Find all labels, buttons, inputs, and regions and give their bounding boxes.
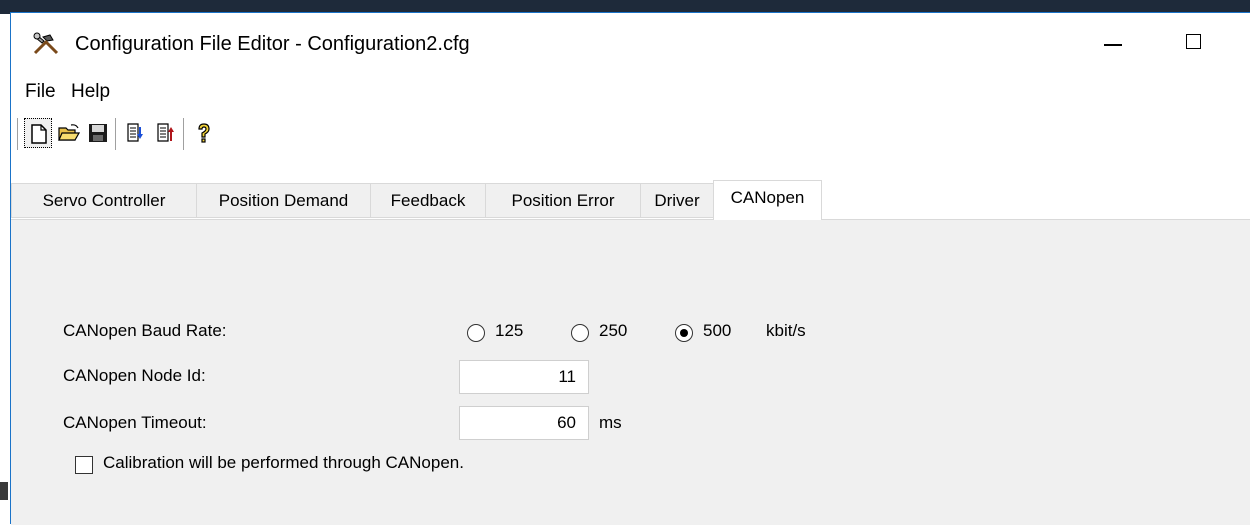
config-editor-window: Configuration File Editor - Configuratio… [10, 12, 1250, 525]
toolbar [11, 112, 1250, 156]
paste-config-icon[interactable] [152, 118, 180, 148]
new-file-icon[interactable] [24, 118, 52, 148]
window-title: Configuration File Editor - Configuratio… [75, 33, 470, 55]
tab-strip: Servo Controller Position Demand Feedbac… [11, 180, 1250, 220]
toolbar-separator [183, 118, 187, 150]
baud-radio-250[interactable] [571, 324, 589, 342]
calibration-checkbox[interactable] [75, 456, 93, 474]
timeout-label: CANopen Timeout: [63, 413, 207, 432]
help-icon[interactable] [190, 118, 218, 148]
baud-option-125-label: 125 [495, 321, 524, 340]
tab-position-error[interactable]: Position Error [485, 183, 641, 218]
tab-driver[interactable]: Driver [640, 183, 714, 218]
calibration-label: Calibration will be performed through CA… [103, 453, 464, 472]
background-edge [0, 482, 8, 500]
title-bar[interactable]: Configuration File Editor - Configuratio… [11, 13, 1250, 69]
save-icon[interactable] [84, 118, 112, 148]
canopen-panel: CANopen Baud Rate: 125 250 500 kbit/s CA… [11, 219, 1250, 525]
tab-canopen[interactable]: CANopen [713, 180, 822, 220]
copy-config-icon[interactable] [122, 118, 150, 148]
toolbar-separator [115, 118, 119, 150]
tab-position-demand[interactable]: Position Demand [196, 183, 371, 218]
baud-radio-125[interactable] [467, 324, 485, 342]
tab-servo-controller[interactable]: Servo Controller [11, 183, 197, 218]
baud-rate-label: CANopen Baud Rate: [63, 321, 227, 340]
menu-help[interactable]: Help [71, 81, 110, 103]
timeout-field[interactable] [459, 406, 589, 440]
node-id-label: CANopen Node Id: [63, 366, 206, 385]
baud-option-500-label: 500 [703, 321, 732, 340]
maximize-icon[interactable] [1175, 25, 1221, 61]
node-id-field[interactable] [459, 360, 589, 394]
open-folder-icon[interactable] [54, 118, 82, 148]
baud-radio-500[interactable] [675, 324, 693, 342]
baud-unit-label: kbit/s [766, 321, 806, 340]
timeout-unit-label: ms [599, 413, 622, 432]
tab-feedback[interactable]: Feedback [370, 183, 486, 218]
menu-file[interactable]: File [25, 81, 56, 103]
minimize-icon[interactable] [1091, 25, 1137, 61]
tools-icon [32, 32, 60, 56]
baud-option-250-label: 250 [599, 321, 628, 340]
menu-bar: File Help [11, 81, 1250, 107]
toolbar-separator [17, 118, 21, 150]
